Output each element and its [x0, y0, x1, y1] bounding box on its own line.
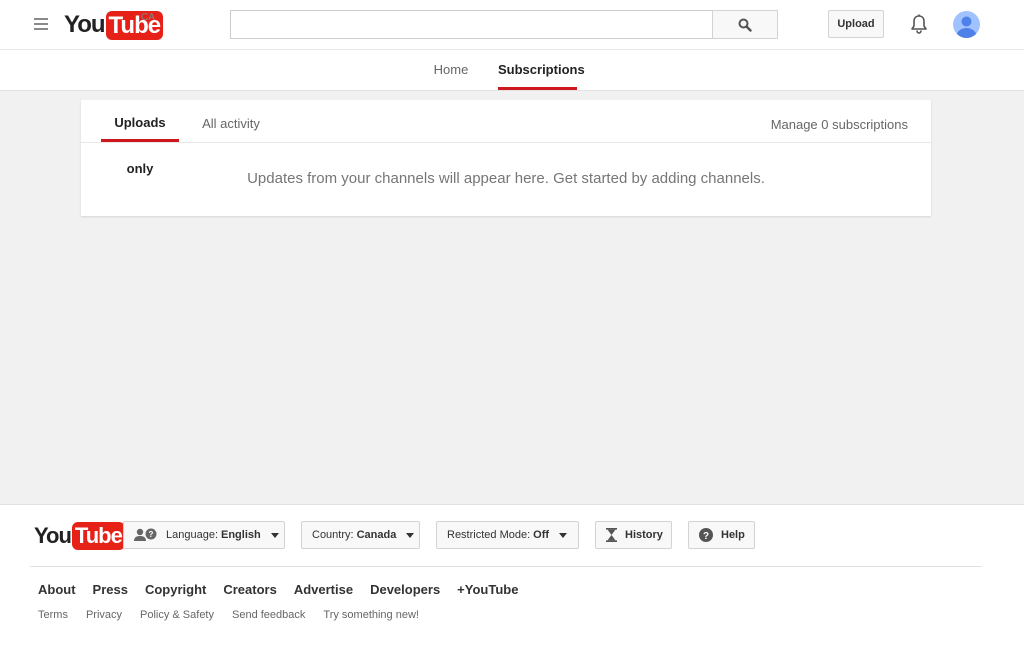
language-people-icon: ? — [134, 528, 158, 542]
restricted-mode-value: Off — [533, 529, 550, 541]
chevron-down-icon — [406, 532, 415, 538]
language-value: English — [221, 529, 261, 541]
restricted-mode-label: Restricted Mode: — [447, 529, 531, 541]
footer-link-terms[interactable]: Terms — [38, 609, 68, 621]
footer-link-developers[interactable]: Developers — [370, 582, 440, 597]
chevron-down-icon — [270, 532, 279, 538]
svg-text:?: ? — [703, 531, 709, 542]
tab-uploads-only[interactable]: Uploads only — [101, 100, 179, 176]
search-icon — [738, 18, 752, 32]
footer-link-plus-youtube[interactable]: +YouTube — [457, 582, 518, 597]
logo-you-text: You — [64, 11, 106, 38]
feed-tabs: Uploads only All activity Manage 0 subsc… — [81, 100, 931, 176]
footer-link-copyright[interactable]: Copyright — [145, 582, 206, 597]
footer-link-try-something-new[interactable]: Try something new! — [323, 609, 419, 621]
svg-text:?: ? — [149, 530, 154, 539]
footer-divider — [30, 566, 982, 567]
history-button[interactable]: History — [595, 521, 672, 549]
country-value: Canada — [356, 529, 397, 541]
footer-logo-tube-text: Tube — [71, 522, 125, 550]
language-button[interactable]: ? Language: English — [123, 521, 285, 549]
language-label: Language: — [166, 529, 218, 541]
region-code: CA — [141, 12, 155, 23]
hamburger-menu-icon[interactable] — [34, 18, 48, 30]
bell-icon[interactable] — [908, 13, 930, 35]
help-label: Help — [721, 529, 745, 541]
footer: You Tube ? Language: English Country: Ca… — [0, 504, 1024, 653]
footer-primary-links: About Press Copyright Creators Advertise… — [38, 582, 535, 597]
history-label: History — [625, 529, 663, 541]
footer-link-advertise[interactable]: Advertise — [294, 582, 353, 597]
restricted-mode-button[interactable]: Restricted Mode: Off — [436, 521, 579, 549]
footer-link-creators[interactable]: Creators — [223, 582, 276, 597]
footer-logo-you-text: You — [34, 523, 72, 548]
footer-link-press[interactable]: Press — [93, 582, 128, 597]
top-nav: Home Subscriptions — [0, 50, 1024, 91]
masthead: You Tube CA Upload — [0, 0, 1024, 50]
footer-link-send-feedback[interactable]: Send feedback — [232, 609, 305, 621]
search-button[interactable] — [712, 10, 778, 39]
footer-link-policy-safety[interactable]: Policy & Safety — [140, 609, 214, 621]
search-input[interactable] — [230, 10, 713, 39]
subscriptions-card: Uploads only All activity Manage 0 subsc… — [81, 100, 931, 216]
tab-home[interactable]: Home — [432, 50, 470, 90]
help-button[interactable]: ? Help — [688, 521, 755, 549]
footer-secondary-links: Terms Privacy Policy & Safety Send feedb… — [38, 609, 437, 621]
empty-feed-message: Updates from your channels will appear h… — [247, 170, 765, 187]
default-avatar-icon[interactable] — [953, 11, 980, 38]
hourglass-icon — [606, 528, 617, 542]
footer-youtube-logo[interactable]: You Tube — [34, 522, 125, 550]
country-button[interactable]: Country: Canada — [301, 521, 420, 549]
footer-link-privacy[interactable]: Privacy — [86, 609, 122, 621]
tab-subscriptions[interactable]: Subscriptions — [498, 50, 585, 90]
chevron-down-icon — [559, 532, 568, 538]
country-label: Country: — [312, 529, 354, 541]
tab-all-activity[interactable]: All activity — [200, 100, 262, 142]
upload-button[interactable]: Upload — [828, 10, 884, 38]
footer-link-about[interactable]: About — [38, 582, 76, 597]
manage-subscriptions-link[interactable]: Manage 0 subscriptions — [771, 117, 908, 132]
question-mark-icon: ? — [699, 528, 713, 542]
